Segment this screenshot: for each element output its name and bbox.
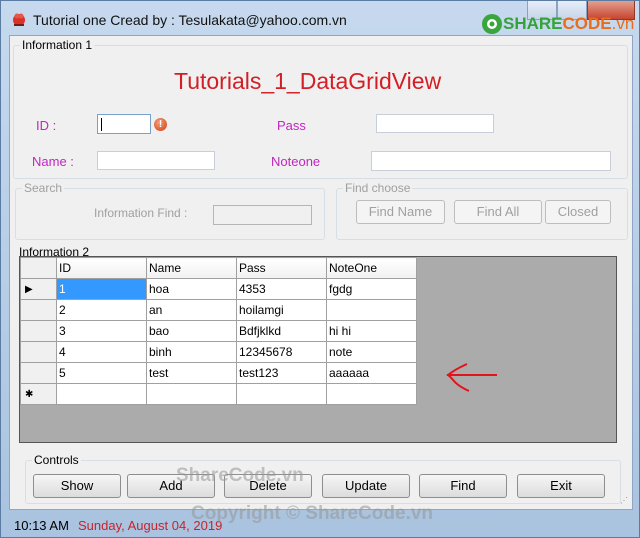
data-grid[interactable]: ID Name Pass NoteOne ▶ 1 hoa 4353 fgdg 2… [19, 256, 617, 443]
error-icon: ! [154, 118, 167, 131]
cell-name[interactable]: bao [146, 320, 237, 342]
logo-code: CODE [562, 14, 612, 33]
status-date: Sunday, August 04, 2019 [78, 518, 223, 533]
cell-noteone[interactable] [326, 383, 417, 405]
controls-group: Controls Show Add Delete Update Find Exi… [25, 453, 621, 504]
delete-button[interactable]: Delete [224, 474, 312, 498]
add-button[interactable]: Add [127, 474, 215, 498]
id-label: ID : [36, 118, 57, 133]
find-button[interactable]: Find [419, 474, 507, 498]
closed-button[interactable]: Closed [545, 200, 611, 224]
logo-share: SHARE [503, 14, 563, 33]
column-header-pass[interactable]: Pass [236, 257, 327, 279]
window-title: Tutorial one Cread by : Tesulakata@yahoo… [33, 12, 347, 28]
update-button[interactable]: Update [322, 474, 410, 498]
new-row-indicator-icon[interactable]: ✱ [20, 383, 57, 405]
controls-label: Controls [32, 453, 81, 467]
cell-noteone[interactable]: aaaaaa [326, 362, 417, 384]
resize-grip-icon[interactable]: ⋰ [620, 496, 628, 505]
id-input[interactable] [97, 114, 151, 134]
row-header-corner[interactable] [20, 257, 57, 279]
cell-id[interactable]: 4 [56, 341, 147, 363]
noteone-label: Noteone [271, 154, 321, 169]
logo-vn: .vn [611, 14, 635, 33]
noteone-input[interactable] [371, 151, 611, 171]
information1-group: Information 1 Tutorials_1_DataGridView I… [13, 38, 628, 179]
find-choose-label: Find choose [343, 181, 413, 195]
find-choose-group: Find choose Find Name Find All Closed [336, 181, 628, 240]
app-window: Tutorial one Cread by : Tesulakata@yahoo… [0, 0, 640, 538]
cell-id[interactable]: 3 [56, 320, 147, 342]
page-heading: Tutorials_1_DataGridView [174, 68, 442, 94]
row-header[interactable] [20, 341, 57, 363]
pass-input[interactable] [376, 114, 494, 133]
cell-name[interactable] [146, 383, 237, 405]
sharecode-logo: SHARE CODE .vn [481, 13, 634, 35]
information-find-label: Information Find : [94, 206, 188, 220]
row-header[interactable] [20, 362, 57, 384]
cell-pass[interactable]: 12345678 [236, 341, 327, 363]
app-icon [13, 13, 25, 26]
table-row[interactable]: 5 test test123 aaaaaa [20, 362, 417, 384]
grid-header-row: ID Name Pass NoteOne [20, 257, 417, 279]
show-button[interactable]: Show [33, 474, 121, 498]
column-header-id[interactable]: ID [56, 257, 147, 279]
data-grid-table: ID Name Pass NoteOne ▶ 1 hoa 4353 fgdg 2… [20, 257, 417, 405]
table-row[interactable]: 4 binh 12345678 note [20, 341, 417, 363]
search-group-label: Search [22, 181, 65, 195]
information1-label: Information 1 [20, 38, 95, 52]
table-row[interactable]: ▶ 1 hoa 4353 fgdg [20, 278, 417, 300]
current-row-indicator-icon[interactable]: ▶ [20, 278, 57, 300]
column-header-noteone[interactable]: NoteOne [326, 257, 417, 279]
row-header[interactable] [20, 320, 57, 342]
cell-id[interactable]: 2 [56, 299, 147, 321]
cell-name[interactable]: hoa [146, 278, 237, 300]
cell-pass[interactable]: hoilamgi [236, 299, 327, 321]
name-label: Name : [32, 154, 74, 169]
information-find-input[interactable] [213, 205, 312, 225]
form-client-area: Information 1 Tutorials_1_DataGridView I… [9, 35, 633, 533]
cell-noteone[interactable]: fgdg [326, 278, 417, 300]
name-input[interactable] [97, 151, 215, 170]
cell-id[interactable]: 1 [56, 278, 147, 300]
cell-id[interactable]: 5 [56, 362, 147, 384]
table-row[interactable]: 3 bao Bdfjklkd hi hi [20, 320, 417, 342]
red-arrow-annotation-icon [446, 363, 497, 392]
cell-pass[interactable]: 4353 [236, 278, 327, 300]
search-group: Search Information Find : [15, 181, 325, 240]
exit-button[interactable]: Exit [517, 474, 605, 498]
sharecode-logo-icon [482, 14, 502, 34]
cell-noteone[interactable]: hi hi [326, 320, 417, 342]
cell-id[interactable] [56, 383, 147, 405]
find-name-button[interactable]: Find Name [356, 200, 445, 224]
new-row[interactable]: ✱ [20, 383, 417, 405]
table-row[interactable]: 2 an hoilamgi [20, 299, 417, 321]
text-caret [101, 118, 102, 131]
column-header-name[interactable]: Name [146, 257, 237, 279]
cell-pass[interactable]: test123 [236, 362, 327, 384]
cell-noteone[interactable] [326, 299, 417, 321]
find-all-button[interactable]: Find All [454, 200, 542, 224]
cell-name[interactable]: binh [146, 341, 237, 363]
cell-pass[interactable]: Bdfjklkd [236, 320, 327, 342]
cell-noteone[interactable]: note [326, 341, 417, 363]
cell-name[interactable]: test [146, 362, 237, 384]
pass-label: Pass [277, 118, 306, 133]
status-time: 10:13 AM [14, 518, 69, 533]
cell-pass[interactable] [236, 383, 327, 405]
cell-name[interactable]: an [146, 299, 237, 321]
title-bar[interactable]: Tutorial one Cread by : Tesulakata@yahoo… [1, 1, 640, 35]
row-header[interactable] [20, 299, 57, 321]
